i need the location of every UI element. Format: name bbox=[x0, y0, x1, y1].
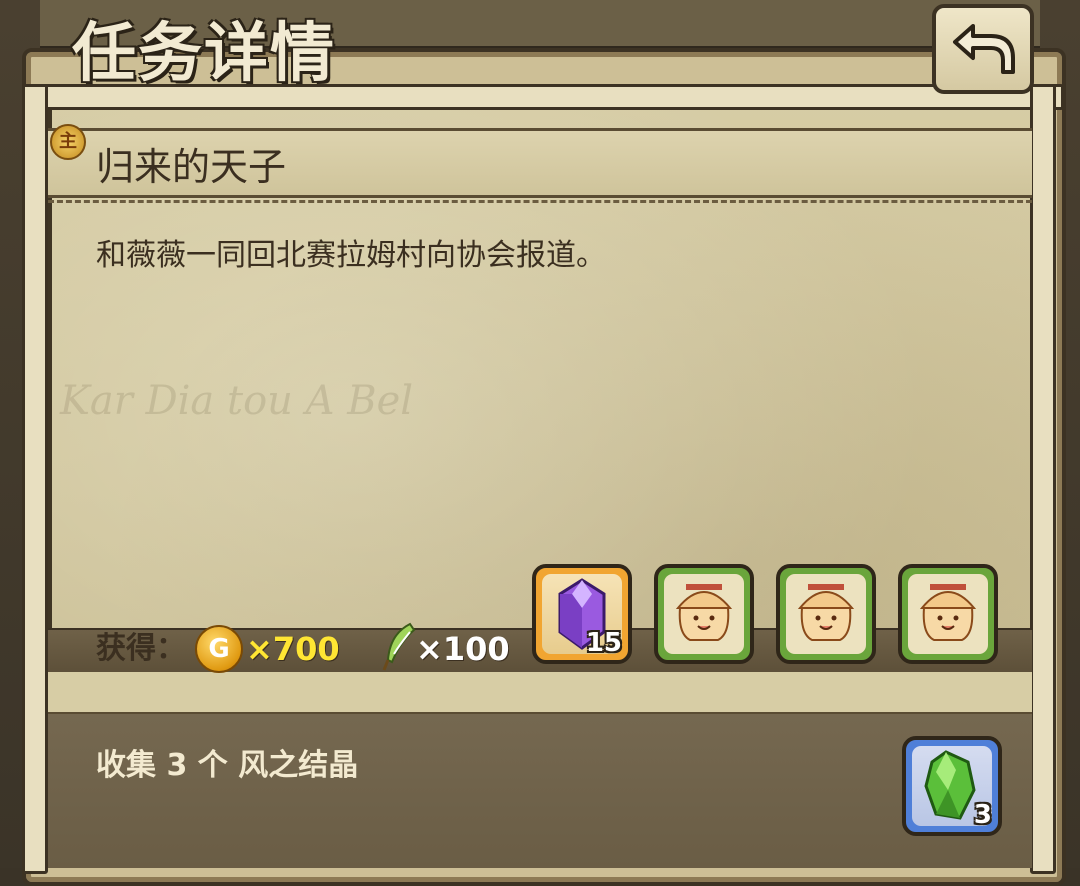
mushroom-pet-icon bbox=[797, 584, 855, 641]
quest-description: 和薇薇一同回北赛拉姆村向协会报道。 bbox=[96, 238, 606, 273]
objective-area bbox=[48, 714, 1032, 868]
reward-item-pet[interactable] bbox=[776, 564, 876, 664]
divider bbox=[48, 200, 1032, 203]
reward-item-pet[interactable] bbox=[654, 564, 754, 664]
mushroom-pet-icon bbox=[675, 584, 733, 641]
objective-text: 收集 3 个 风之结晶 bbox=[96, 748, 359, 783]
slot-inner bbox=[786, 574, 866, 654]
gold-amount: ×700 bbox=[246, 630, 340, 668]
gold-coin-icon: G bbox=[195, 625, 243, 673]
item-count: 15 bbox=[585, 628, 622, 658]
feather-amount: ×100 bbox=[416, 630, 510, 668]
panel-rail-right bbox=[1030, 84, 1056, 874]
quest-title: 归来的天子 bbox=[96, 145, 287, 189]
reward-item-pet[interactable] bbox=[898, 564, 998, 664]
reward-label: 获得： bbox=[96, 631, 186, 666]
main-quest-badge: 主 bbox=[50, 124, 86, 160]
slot-inner bbox=[664, 574, 744, 654]
feather-icon bbox=[382, 622, 416, 671]
panel-rail-left bbox=[22, 84, 48, 874]
back-arrow-icon bbox=[953, 24, 1015, 74]
map-watermark: Kar Dia tou A Bel bbox=[60, 378, 414, 424]
reward-band-bottom bbox=[48, 672, 1032, 715]
back-button[interactable] bbox=[932, 4, 1034, 94]
slot-inner bbox=[908, 574, 988, 654]
item-count: 3 bbox=[973, 800, 992, 830]
page-title: 任务详情 bbox=[72, 16, 336, 91]
mushroom-pet-icon bbox=[919, 584, 977, 641]
reward-item-crystal[interactable]: 15 bbox=[532, 564, 632, 664]
objective-item-crystal[interactable]: 3 bbox=[902, 736, 1002, 836]
